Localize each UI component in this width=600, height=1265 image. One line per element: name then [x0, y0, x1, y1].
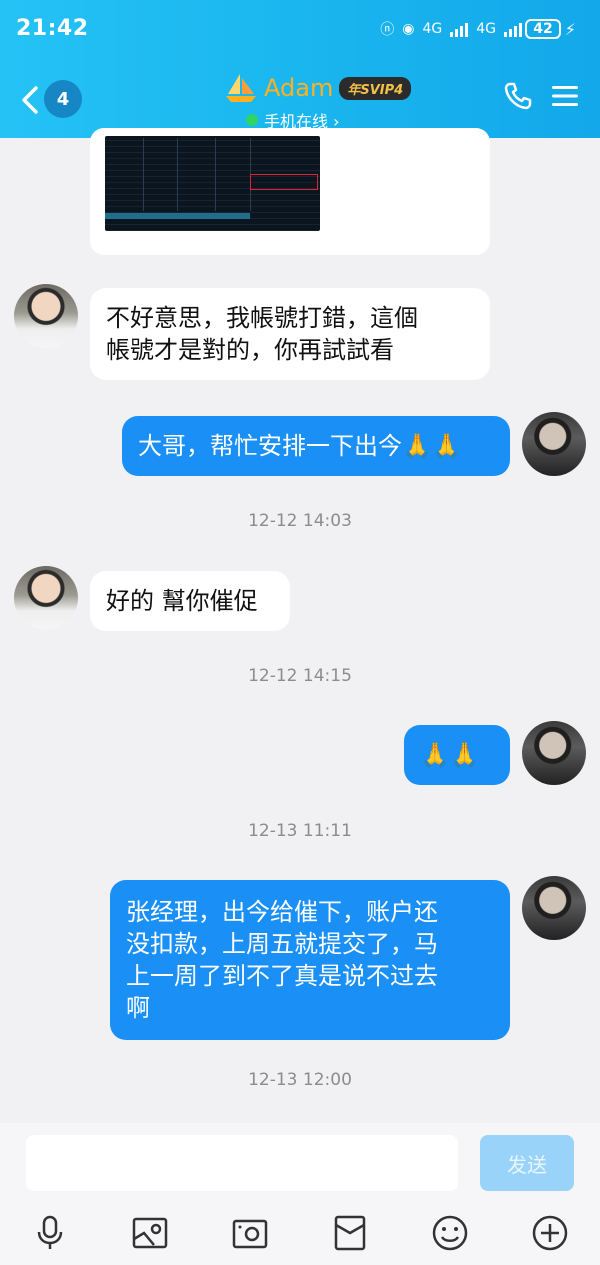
message-bubble-in[interactable]: 不好意思，我帳號打錯，這個 帳號才是對的，你再試試看: [90, 288, 490, 380]
back-icon: [22, 86, 38, 114]
eye-icon: ◉: [402, 21, 415, 37]
my-avatar[interactable]: [522, 876, 586, 940]
more-button[interactable]: [530, 1213, 570, 1253]
unread-badge: 4: [44, 80, 82, 118]
status-icons: ⓝ ◉ 4G 4G: [380, 19, 522, 39]
image-message[interactable]: [90, 128, 490, 255]
contact-name: Adam: [264, 74, 334, 102]
timestamp: 12-13 11:11: [248, 821, 352, 841]
boat-icon: [226, 74, 256, 102]
red-packet-icon: [334, 1215, 366, 1251]
image-button[interactable]: [130, 1213, 170, 1253]
voice-button[interactable]: [30, 1213, 70, 1253]
chat-header: 21:42 ⓝ ◉ 4G 4G 42 ⚡ 4 Adam 年SVIP4 手机在线 …: [0, 0, 600, 138]
message-line: 啊: [126, 994, 150, 1022]
plus-icon: [532, 1215, 568, 1251]
input-toolbar: [0, 1203, 600, 1259]
timestamp: 12-12 14:15: [248, 666, 352, 686]
contact-avatar[interactable]: [14, 284, 78, 348]
svip-badge: 年SVIP4: [339, 76, 412, 100]
network-label-1: 4G: [422, 21, 443, 37]
timestamp: 12-13 12:00: [248, 1070, 352, 1090]
send-button[interactable]: 发送: [480, 1135, 574, 1191]
nfc-icon: ⓝ: [380, 22, 395, 38]
message-bubble-out[interactable]: 大哥，帮忙安排一下出今🙏🙏: [122, 416, 510, 476]
emoji-icon: [432, 1215, 468, 1251]
online-dot-icon: [246, 114, 258, 126]
phone-icon[interactable]: [502, 80, 534, 112]
battery-indicator: 42 ⚡: [525, 19, 576, 39]
status-bar: 21:42 ⓝ ◉ 4G 4G 42 ⚡: [0, 0, 600, 60]
charging-icon: ⚡: [564, 19, 576, 39]
emoji-button[interactable]: [430, 1213, 470, 1253]
contact-avatar[interactable]: [14, 566, 78, 630]
menu-icon[interactable]: [552, 84, 578, 108]
image-icon: [132, 1217, 168, 1249]
network-label-2: 4G: [476, 21, 496, 37]
message-line: 没扣款，上周五就提交了，马: [126, 930, 438, 958]
signal-icon: [450, 21, 469, 37]
status-time: 21:42: [16, 16, 89, 41]
signal-icon-2: [504, 21, 522, 37]
back-button[interactable]: 4: [20, 80, 90, 120]
mic-icon: [37, 1215, 63, 1249]
nav-bar: 4 Adam 年SVIP4 手机在线 ›: [0, 66, 600, 132]
message-text: 大哥，帮忙安排一下出今🙏🙏: [138, 432, 462, 460]
chat-area[interactable]: 不好意思，我帳號打錯，這個 帳號才是對的，你再試試看 大哥，帮忙安排一下出今🙏🙏…: [0, 128, 600, 1123]
message-bubble-in[interactable]: 好的 幫你催促: [90, 571, 290, 631]
timestamp: 12-12 14:03: [248, 511, 352, 531]
message-input[interactable]: [26, 1135, 458, 1191]
camera-button[interactable]: [230, 1213, 270, 1253]
input-bar: 发送: [0, 1123, 600, 1265]
shared-screenshot-image[interactable]: [105, 136, 320, 231]
camera-icon: [232, 1219, 268, 1249]
red-packet-button[interactable]: [330, 1213, 370, 1253]
message-line: 不好意思，我帳號打錯，這個: [106, 304, 418, 332]
message-text: 好的 幫你催促: [106, 587, 258, 615]
message-text: 🙏🙏: [420, 741, 480, 769]
my-avatar[interactable]: [522, 412, 586, 476]
my-avatar[interactable]: [522, 721, 586, 785]
message-line: 张经理，出今给催下，账户还: [126, 898, 438, 926]
message-bubble-out[interactable]: 张经理，出今给催下，账户还 没扣款，上周五就提交了，马 上一周了到不了真是说不过…: [110, 880, 510, 1040]
message-bubble-out[interactable]: 🙏🙏: [404, 725, 510, 785]
contact-title[interactable]: Adam 年SVIP4: [224, 72, 412, 104]
battery-level: 42: [525, 19, 561, 39]
message-line: 上一周了到不了真是说不过去: [126, 962, 438, 990]
message-line: 帳號才是對的，你再試試看: [106, 336, 394, 364]
